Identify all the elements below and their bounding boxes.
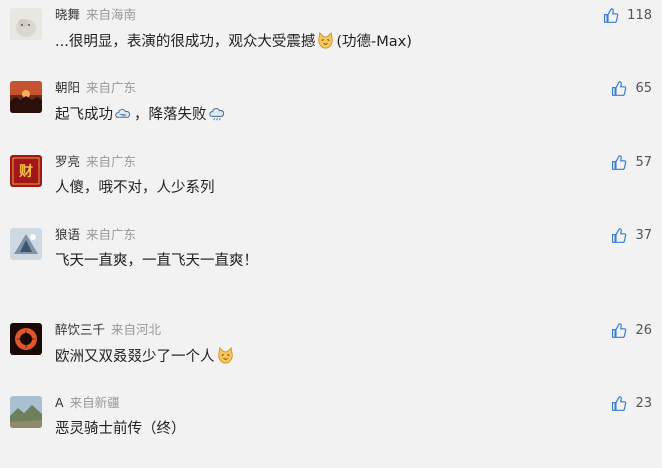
- avatar[interactable]: [10, 396, 42, 428]
- cat-emoji-icon: [318, 32, 334, 49]
- username[interactable]: 醉饮三千: [55, 322, 105, 337]
- comment-text-part: 欧洲又双叒叕少了一个人: [55, 349, 215, 365]
- username[interactable]: A: [55, 395, 64, 410]
- thumbs-up-icon: [612, 396, 627, 411]
- avatar[interactable]: [10, 8, 42, 40]
- cat-emoji-icon: [217, 347, 233, 364]
- like-count: 37: [635, 228, 652, 243]
- avatar[interactable]: [10, 228, 42, 260]
- comment-item: 狼语 来自广东 37 飞天一直爽，一直飞天一直爽！: [0, 227, 662, 300]
- location: 来自河北: [111, 322, 162, 337]
- like-count: 118: [627, 8, 652, 23]
- comment-text-part: 恶灵骑士前传（终）: [55, 421, 186, 437]
- comment-text: ...很明显，表演的很成功，观众大受震撼 (功德-Max): [55, 31, 412, 52]
- comment-text: 恶灵骑士前传（终）: [55, 419, 186, 439]
- comment-meta: 狼语 来自广东: [55, 227, 136, 243]
- comment-item: 醉饮三千 来自河北 26 欧洲又双叒叕少了一个人: [0, 322, 662, 395]
- avatar[interactable]: [10, 323, 42, 355]
- username[interactable]: 狼语: [55, 227, 80, 242]
- thumbs-up-icon: [604, 8, 619, 23]
- like-count: 57: [635, 155, 652, 170]
- thumbs-up-icon: [612, 155, 627, 170]
- comment-meta: 朝阳 来自广东: [55, 80, 136, 96]
- location: 来自广东: [86, 80, 137, 95]
- comment-text-part: (功德-Max): [336, 34, 412, 50]
- avatar-text: 财: [19, 164, 33, 180]
- username[interactable]: 朝阳: [55, 80, 80, 95]
- comment-item: 晓舞 来自海南 118 ...很明显，表演的很成功，观众大受震撼 (功德-Max): [0, 7, 662, 80]
- like-count: 65: [635, 81, 652, 96]
- like-count: 23: [635, 396, 652, 411]
- avatar[interactable]: [10, 81, 42, 113]
- comment-meta: 晓舞 来自海南: [55, 7, 136, 23]
- comment-meta: 罗亮 来自广东: [55, 154, 136, 170]
- like-button[interactable]: 37: [610, 227, 652, 244]
- thumbs-up-icon: [612, 323, 627, 338]
- comment-text: 飞天一直爽，一直飞天一直爽！: [55, 251, 258, 271]
- like-button[interactable]: 23: [610, 395, 652, 412]
- cloud-emoji-icon: [115, 109, 131, 118]
- location: 来自新疆: [69, 395, 120, 410]
- comment-text: 人傻，哦不对，人少系列: [55, 178, 215, 198]
- location: 来自广东: [86, 154, 137, 169]
- comment-item: 朝阳 来自广东 65 起飞成功 ，降落失败: [0, 80, 662, 153]
- like-count: 26: [635, 323, 652, 338]
- cloud-emoji-icon: [208, 108, 224, 121]
- comment-meta: 醉饮三千 来自河北: [55, 322, 161, 338]
- comment-text: 起飞成功 ，降落失败: [55, 104, 228, 125]
- location: 来自海南: [86, 7, 137, 22]
- comment-item: 财 罗亮 来自广东 57 人傻，哦不对，人少系列: [0, 154, 662, 227]
- comment-text-part: ，降落失败: [134, 107, 207, 123]
- like-button[interactable]: 57: [610, 154, 652, 171]
- avatar[interactable]: 财: [10, 155, 42, 187]
- username[interactable]: 罗亮: [55, 154, 80, 169]
- comment-text-part: 起飞成功: [55, 107, 113, 123]
- like-button[interactable]: 26: [610, 322, 652, 339]
- comment-item: A 来自新疆 23 恶灵骑士前传（终）: [0, 395, 662, 468]
- location: 来自广东: [86, 227, 137, 242]
- thumbs-up-icon: [612, 228, 627, 243]
- comment-text-part: 人傻，哦不对，人少系列: [55, 180, 215, 196]
- username[interactable]: 晓舞: [55, 7, 80, 22]
- comment-text-part: 飞天一直爽，一直飞天一直爽！: [55, 253, 258, 269]
- comment-text-part: ...很明显，表演的很成功，观众大受震撼: [55, 34, 316, 50]
- comment-text: 欧洲又双叒叕少了一个人: [55, 346, 236, 367]
- like-button[interactable]: 118: [602, 7, 652, 24]
- like-button[interactable]: 65: [610, 80, 652, 97]
- thumbs-up-icon: [612, 81, 627, 96]
- comment-meta: A 来自新疆: [55, 395, 120, 411]
